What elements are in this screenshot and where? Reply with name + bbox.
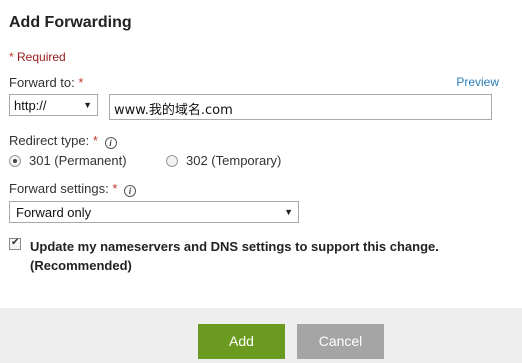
protocol-selected-value: http:// [14, 98, 47, 113]
required-text: Required [17, 50, 66, 64]
domain-input[interactable]: www.我的域名.com [109, 94, 492, 120]
forward-to-label: Forward to: * [9, 75, 84, 90]
radio-label-302: 302 (Temporary) [186, 153, 282, 168]
redirect-type-label: Redirect type: * i [9, 133, 117, 149]
chevron-down-icon: ▼ [284, 207, 293, 217]
update-dns-checkbox[interactable] [9, 237, 21, 250]
radio-button-302[interactable] [166, 154, 178, 167]
radio-label-301: 301 (Permanent) [29, 153, 127, 168]
required-note: * Required [9, 50, 66, 64]
update-dns-label[interactable]: Update my nameservers and DNS settings t… [30, 237, 510, 275]
radio-button-301[interactable] [9, 154, 21, 167]
radio-301[interactable]: 301 (Permanent) [9, 153, 127, 168]
forward-to-required-star: * [78, 75, 84, 90]
info-icon[interactable]: i [104, 137, 117, 149]
forward-settings-required-star: * [112, 181, 118, 196]
redirect-type-required-star: * [92, 133, 98, 148]
dialog-title: Add Forwarding [9, 14, 132, 31]
chevron-down-icon: ▼ [83, 100, 92, 110]
forward-settings-selected-value: Forward only [16, 205, 92, 220]
radio-302[interactable]: 302 (Temporary) [166, 153, 281, 168]
protocol-select[interactable]: http:// ▼ [9, 94, 98, 116]
required-star: * [9, 50, 14, 64]
forward-settings-select[interactable]: Forward only ▼ [9, 201, 299, 223]
info-icon[interactable]: i [124, 185, 137, 197]
cancel-button[interactable]: Cancel [297, 324, 384, 359]
add-button[interactable]: Add [198, 324, 285, 359]
preview-link[interactable]: Preview [456, 75, 499, 89]
forward-settings-label: Forward settings: * i [9, 181, 137, 197]
